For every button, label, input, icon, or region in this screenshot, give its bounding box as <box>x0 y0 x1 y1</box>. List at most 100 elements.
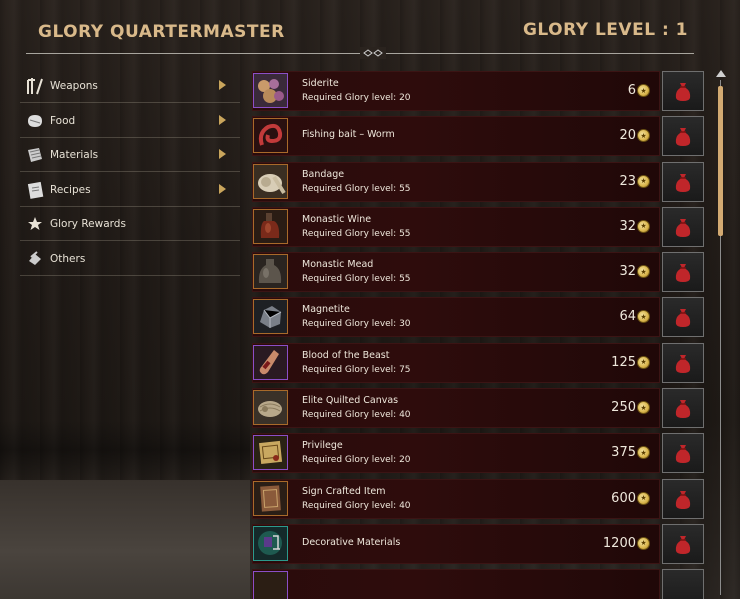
pouch-icon <box>675 83 691 101</box>
item-price: 375 ★ <box>611 445 650 460</box>
pouch-icon <box>675 445 691 464</box>
sidebar-item-weapons[interactable]: Weapons <box>20 70 240 103</box>
groschen-icon: ★ <box>637 219 650 233</box>
sidebar-item-recipes[interactable]: Recipes <box>20 174 240 207</box>
buy-button[interactable] <box>662 478 704 519</box>
scrollbar[interactable] <box>716 70 726 599</box>
list-item[interactable]: Magnetite Required Glory level: 30 64 ★ <box>252 297 708 338</box>
item-price: 23 ★ <box>619 174 650 189</box>
potion-icon <box>253 344 288 380</box>
item-price: 64 ★ <box>619 309 650 324</box>
buy-button[interactable] <box>662 206 704 247</box>
groschen-icon: ★ <box>637 355 650 369</box>
row-background <box>252 71 660 111</box>
row-background <box>252 569 660 599</box>
list-item[interactable]: Monastic Wine Required Glory level: 55 3… <box>252 206 708 247</box>
scroll-up-arrow[interactable] <box>716 70 726 77</box>
pouch-icon <box>675 400 691 419</box>
list-item[interactable]: Bandage Required Glory level: 55 23 ★ <box>252 161 708 202</box>
item-requirement: Required Glory level: 30 <box>302 319 411 330</box>
price-value: 125 <box>611 354 636 370</box>
buy-button[interactable] <box>662 252 704 293</box>
wine-icon <box>253 208 288 244</box>
item-price: 1200 ★ <box>603 536 650 551</box>
item-requirement: Required Glory level: 55 <box>302 228 411 239</box>
list-item[interactable]: Decorative Materials 1200 ★ <box>252 523 708 564</box>
price-value: 600 <box>611 490 636 506</box>
groschen-icon: ★ <box>637 310 650 324</box>
list-item[interactable]: Privilege Required Glory level: 20 375 ★ <box>252 433 708 474</box>
decorative-icon <box>253 525 288 561</box>
groschen-icon: ★ <box>637 265 650 279</box>
sidebar-item-label: Food <box>50 114 76 127</box>
sidebar-item-others[interactable]: Others <box>20 243 240 276</box>
pouch-icon <box>675 218 691 237</box>
row-background <box>252 388 660 429</box>
list-item-partial <box>252 569 708 599</box>
list-item[interactable]: Elite Quilted Canvas Required Glory leve… <box>252 388 708 429</box>
recipes-icon <box>24 179 46 201</box>
item-requirement: Required Glory level: 40 <box>302 410 411 421</box>
groschen-icon: ★ <box>637 174 650 188</box>
chevron-right-icon <box>219 80 226 90</box>
groschen-icon: ★ <box>637 446 650 460</box>
buy-button[interactable] <box>662 433 704 474</box>
item-requirement: Required Glory level: 20 <box>302 455 411 466</box>
scroll-thumb[interactable] <box>718 86 723 236</box>
list-item[interactable]: Fishing bait – Worm 20 ★ <box>252 116 708 157</box>
item-name: Fishing bait – Worm <box>302 129 395 141</box>
row-background <box>252 161 660 202</box>
buy-button[interactable] <box>662 523 704 564</box>
sidebar-item-materials[interactable]: Materials <box>20 139 240 172</box>
sidebar-item-label: Materials <box>50 149 99 161</box>
item-thumbnail <box>253 571 288 599</box>
groschen-icon: ★ <box>637 401 650 415</box>
sidebar-item-food[interactable]: Food <box>20 105 240 138</box>
item-list: Siderite Required Glory level: 20 6 ★ Fis… <box>252 71 708 599</box>
item-price: 20 ★ <box>619 128 650 143</box>
food-icon <box>24 110 46 132</box>
pouch-icon <box>675 264 691 283</box>
item-requirement: Required Glory level: 55 <box>302 183 411 194</box>
list-item[interactable]: Sign Crafted Item Required Glory level: … <box>252 478 708 519</box>
sidebar-item-label: Recipes <box>50 183 91 196</box>
list-item[interactable]: Monastic Mead Required Glory level: 55 3… <box>252 252 708 293</box>
others-icon <box>24 248 46 270</box>
pouch-icon <box>675 490 691 509</box>
sidebar-item-glory-rewards[interactable]: Glory Rewards <box>20 208 240 241</box>
price-value: 6 <box>627 83 636 98</box>
background-plank <box>0 420 250 480</box>
privilege-icon <box>253 435 288 471</box>
row-background <box>252 252 660 293</box>
item-requirement: Required Glory level: 75 <box>302 364 411 375</box>
buy-button[interactable] <box>662 388 704 429</box>
mead-icon <box>253 254 288 290</box>
buy-button[interactable] <box>662 161 704 202</box>
buy-button[interactable] <box>662 71 704 111</box>
ornament-icon <box>360 47 386 59</box>
pouch-icon <box>675 354 691 373</box>
item-name: Elite Quilted Canvas <box>302 395 399 407</box>
item-price: 125 ★ <box>611 355 650 370</box>
magnetite-icon <box>253 299 288 335</box>
item-price: 600 ★ <box>611 491 650 506</box>
price-value: 23 <box>619 173 636 189</box>
item-name: Sign Crafted Item <box>302 485 386 497</box>
pouch-icon <box>675 535 691 554</box>
list-item[interactable]: Blood of the Beast Required Glory level:… <box>252 342 708 383</box>
buy-button[interactable] <box>662 297 704 338</box>
buy-button[interactable] <box>662 116 704 157</box>
sidebar-item-label: Glory Rewards <box>50 218 126 230</box>
item-name: Monastic Mead <box>302 259 374 271</box>
list-item[interactable]: Siderite Required Glory level: 20 6 ★ <box>252 71 708 111</box>
item-name: Bandage <box>302 168 345 180</box>
groschen-icon: ★ <box>637 129 650 143</box>
item-price: 250 ★ <box>611 400 650 415</box>
row-background <box>252 206 660 247</box>
item-name: Siderite <box>302 78 339 89</box>
canvas-icon <box>253 390 288 426</box>
row-background <box>252 433 660 474</box>
materials-icon <box>24 144 46 166</box>
buy-button[interactable] <box>662 342 704 383</box>
buy-button[interactable] <box>662 569 704 599</box>
